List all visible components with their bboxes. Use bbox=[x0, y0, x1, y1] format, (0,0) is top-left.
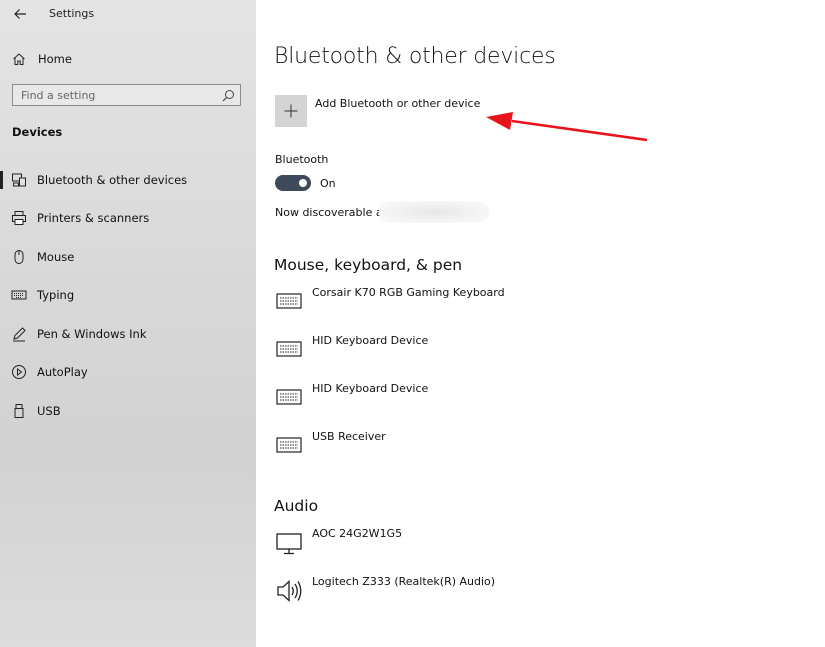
pen-icon bbox=[13, 327, 26, 342]
add-device-label[interactable]: Add Bluetooth or other device bbox=[315, 97, 480, 110]
title-bar: Settings bbox=[0, 0, 256, 28]
sidebar-item-label: AutoPlay bbox=[37, 365, 88, 379]
active-indicator bbox=[0, 171, 3, 189]
group-title-audio: Audio bbox=[274, 497, 319, 515]
main-content: Bluetooth & other devices Add Bluetooth … bbox=[256, 0, 825, 647]
back-arrow-icon[interactable] bbox=[12, 6, 28, 22]
sidebar-item-label: Bluetooth & other devices bbox=[37, 173, 188, 187]
redacted-device-name bbox=[379, 201, 489, 223]
usb-icon bbox=[14, 404, 24, 418]
discoverable-label: Now discoverable as bbox=[275, 206, 389, 219]
sidebar-item-printers[interactable]: Printers & scanners bbox=[0, 205, 256, 231]
device-name: AOC 24G2W1G5 bbox=[312, 527, 403, 540]
keyboard-icon bbox=[276, 341, 302, 357]
group-title-input-devices: Mouse, keyboard, & pen bbox=[274, 256, 463, 274]
section-heading-devices: Devices bbox=[12, 125, 63, 139]
sidebar-item-bluetooth[interactable]: Bluetooth & other devices bbox=[0, 167, 256, 193]
speaker-icon bbox=[277, 580, 302, 602]
sidebar-item-mouse[interactable]: Mouse bbox=[0, 244, 256, 270]
autoplay-icon bbox=[12, 365, 26, 379]
keyboard-icon bbox=[276, 437, 302, 453]
bluetooth-state: On bbox=[320, 177, 336, 190]
sidebar: Settings Home Devices Bluetooth & other … bbox=[0, 0, 256, 647]
search-box[interactable] bbox=[12, 84, 241, 106]
toggle-knob bbox=[299, 179, 307, 187]
keyboard-icon bbox=[276, 389, 302, 405]
sidebar-item-label: Mouse bbox=[37, 250, 75, 264]
sidebar-item-label: Pen & Windows Ink bbox=[37, 327, 147, 341]
device-name: HID Keyboard Device bbox=[312, 382, 429, 395]
app-title: Settings bbox=[49, 7, 95, 20]
plus-icon bbox=[284, 104, 298, 118]
keyboard-icon bbox=[11, 290, 27, 300]
sidebar-item-label: USB bbox=[37, 404, 61, 418]
keyboard-icon bbox=[276, 293, 302, 309]
bluetooth-devices-icon bbox=[12, 173, 26, 187]
page-title: Bluetooth & other devices bbox=[274, 44, 556, 69]
device-name: HID Keyboard Device bbox=[312, 334, 429, 347]
bluetooth-toggle[interactable] bbox=[275, 175, 311, 191]
device-name: USB Receiver bbox=[312, 430, 386, 443]
sidebar-item-usb[interactable]: USB bbox=[0, 398, 256, 424]
sidebar-item-label: Printers & scanners bbox=[37, 211, 150, 225]
sidebar-item-typing[interactable]: Typing bbox=[0, 282, 256, 308]
device-name: Corsair K70 RGB Gaming Keyboard bbox=[312, 286, 505, 299]
device-name: Logitech Z333 (Realtek(R) Audio) bbox=[312, 575, 496, 588]
add-device-button[interactable] bbox=[275, 95, 307, 127]
mouse-icon bbox=[14, 250, 24, 264]
home-label: Home bbox=[38, 52, 72, 66]
search-input[interactable] bbox=[13, 85, 221, 105]
sidebar-item-autoplay[interactable]: AutoPlay bbox=[0, 359, 256, 385]
bluetooth-label: Bluetooth bbox=[275, 153, 329, 166]
monitor-icon bbox=[276, 533, 302, 555]
home-icon bbox=[13, 53, 25, 65]
sidebar-item-pen[interactable]: Pen & Windows Ink bbox=[0, 321, 256, 347]
home-nav-item[interactable]: Home bbox=[12, 50, 72, 68]
printer-icon bbox=[12, 211, 26, 225]
sidebar-item-label: Typing bbox=[37, 288, 75, 302]
search-icon[interactable] bbox=[222, 89, 235, 102]
